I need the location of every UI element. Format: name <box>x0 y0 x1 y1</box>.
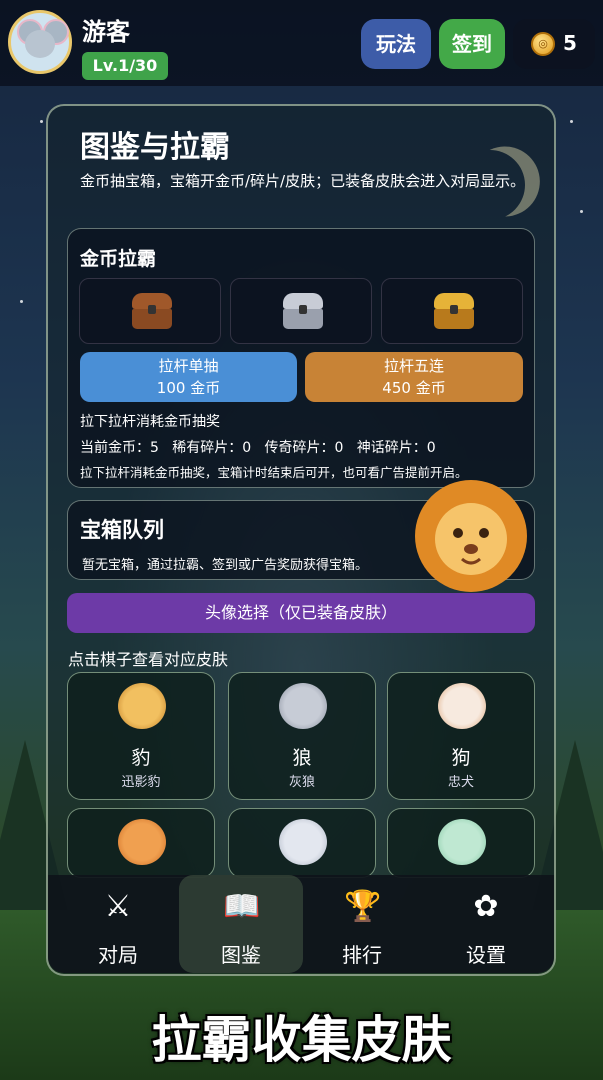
single-pull-label: 拉杆单抽 <box>158 357 219 375</box>
bottom-nav: ⚔ 对局 📖 图鉴 🏆 排行 ✿ 设置 <box>48 875 554 973</box>
five-pull-button[interactable]: 拉杆五连 450 金币 <box>305 352 523 402</box>
coin-count: 5 <box>563 31 577 55</box>
skin-card[interactable]: 狗 忠犬 <box>387 672 535 800</box>
page-title: 图鉴与拉霸 <box>80 130 230 165</box>
lion-mascot-icon <box>415 480 527 592</box>
slot-title: 金币拉霸 <box>80 248 157 270</box>
silver-chest-icon <box>283 293 323 329</box>
queue-title: 宝箱队列 <box>80 518 164 542</box>
leopard-icon <box>118 683 166 729</box>
nav-label: 对局 <box>98 943 138 967</box>
single-pull-button[interactable]: 拉杆单抽 100 金币 <box>80 352 297 402</box>
level-badge: Lv.1/30 <box>82 52 168 80</box>
avatar-select-button[interactable]: 头像选择（仅已装备皮肤） <box>67 593 535 633</box>
wolf-icon <box>279 683 327 729</box>
skin-card[interactable]: 豹 迅影豹 <box>67 672 215 800</box>
nav-label: 图鉴 <box>221 943 261 967</box>
swords-icon: ⚔ <box>104 889 132 924</box>
chest-slot <box>79 278 221 344</box>
sign-in-button[interactable]: 签到 <box>439 19 505 69</box>
chest-slot <box>230 278 372 344</box>
slot-note: 拉下拉杆消耗金币抽奖，宝箱计时结束后可开，也可看广告提前开启。 <box>80 465 468 480</box>
star <box>40 120 43 123</box>
wooden-chest-icon <box>132 293 172 329</box>
skin-name: 灰狼 <box>288 775 315 790</box>
skin-name: 忠犬 <box>447 775 474 790</box>
piece-name: 豹 <box>131 747 151 769</box>
chest-slot <box>381 278 523 344</box>
coin-counter: ◎ 5 <box>513 19 595 69</box>
five-pull-cost: 450 金币 <box>382 379 446 397</box>
nav-item-settings[interactable]: ✿ 设置 <box>424 875 548 973</box>
promo-banner: 拉霸收集皮肤 <box>151 1011 452 1069</box>
mouse-avatar-icon[interactable] <box>8 10 72 74</box>
fragment-stats: 当前金币：5 稀有碎片：0 传奇碎片：0 神话碎片：0 <box>80 440 436 456</box>
trophy-icon: 🏆 <box>344 889 382 924</box>
skin-card[interactable] <box>387 808 535 878</box>
skin-card[interactable]: 狼 灰狼 <box>228 672 376 800</box>
mouse-icon <box>279 819 327 865</box>
book-icon: 📖 <box>223 889 261 924</box>
skin-card[interactable] <box>67 808 215 878</box>
five-pull-label: 拉杆五连 <box>383 357 444 375</box>
slot-hint: 拉下拉杆消耗金币抽奖 <box>80 414 220 430</box>
star <box>20 300 23 303</box>
skin-card[interactable] <box>228 808 376 878</box>
dog-icon <box>438 683 486 729</box>
cat-icon <box>118 819 166 865</box>
single-pull-cost: 100 金币 <box>156 379 221 397</box>
star <box>580 210 583 213</box>
settings-icon: ✿ <box>473 889 499 924</box>
nav-item-battle[interactable]: ⚔ 对局 <box>56 875 180 973</box>
piece-name: 狗 <box>451 747 471 769</box>
top-bar: 游客 Lv.1/30 玩法 签到 ◎ 5 <box>0 0 603 86</box>
nav-item-ranking[interactable]: 🏆 排行 <box>300 875 424 973</box>
piece-name: 狼 <box>292 747 312 769</box>
username: 游客 <box>82 18 130 46</box>
star <box>570 120 573 123</box>
nav-label: 设置 <box>466 943 506 967</box>
help-button[interactable]: 玩法 <box>361 19 431 69</box>
skin-name: 迅影豹 <box>121 775 161 790</box>
nav-item-collection[interactable]: 📖 图鉴 <box>179 875 303 973</box>
rabbit-icon <box>438 819 486 865</box>
coin-icon: ◎ <box>531 32 555 56</box>
queue-empty-text: 暂无宝箱，通过拉霸、签到或广告奖励获得宝箱。 <box>82 558 369 573</box>
nav-label: 排行 <box>342 943 382 967</box>
panel-description: 金币抽宝箱，宝箱开金币/碎片/皮肤；已装备皮肤会进入对局显示。 <box>80 172 526 190</box>
grid-label: 点击棋子查看对应皮肤 <box>68 650 229 669</box>
golden-chest-icon <box>434 293 474 329</box>
